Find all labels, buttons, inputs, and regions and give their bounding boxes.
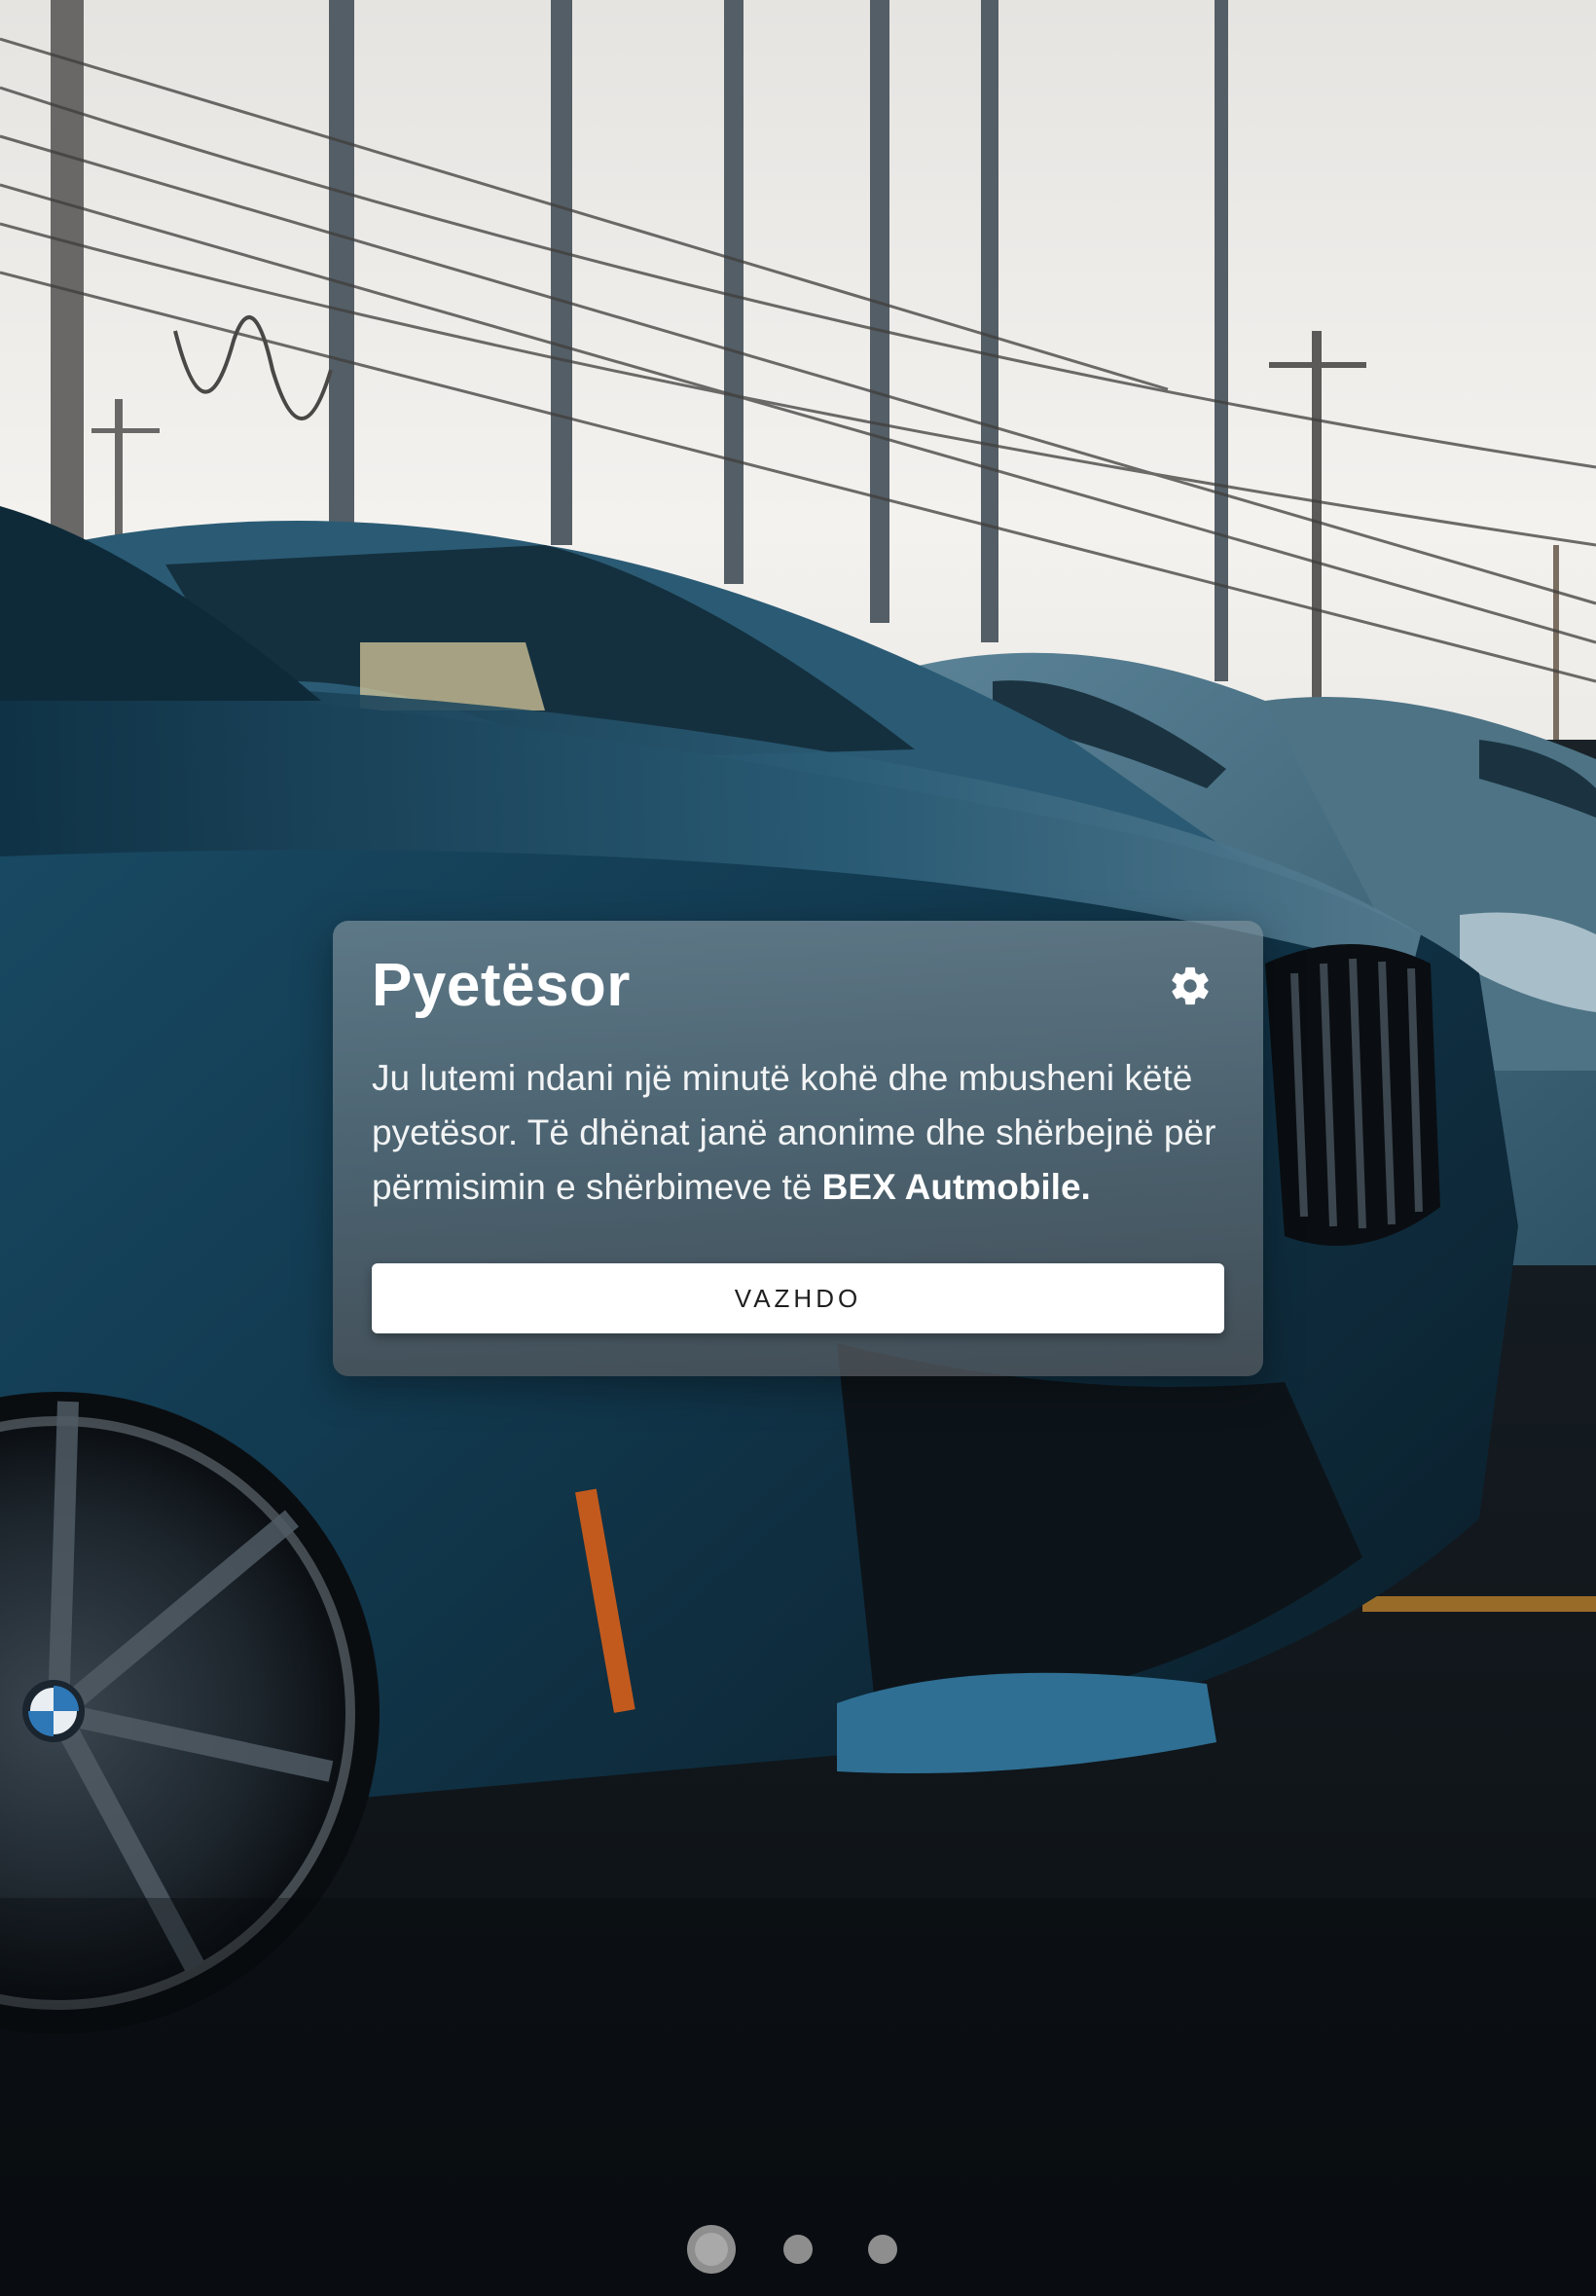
card-title: Pyetësor <box>372 952 631 1019</box>
card-description: Ju lutemi ndani një minutë kohë dhe mbus… <box>372 1051 1224 1215</box>
gear-icon[interactable] <box>1168 964 1213 1008</box>
card-header: Pyetësor <box>372 952 1224 1020</box>
page-dot-3[interactable] <box>868 2235 897 2264</box>
continue-button[interactable]: VAZHDO <box>372 1263 1224 1333</box>
page-dot-2[interactable] <box>783 2235 813 2264</box>
page-dot-1[interactable] <box>687 2225 736 2274</box>
page-indicator <box>0 2221 1596 2279</box>
survey-card: Pyetësor Ju lutemi ndani një minutë kohë… <box>333 921 1263 1376</box>
brand-name: BEX Autmobile. <box>821 1167 1091 1207</box>
